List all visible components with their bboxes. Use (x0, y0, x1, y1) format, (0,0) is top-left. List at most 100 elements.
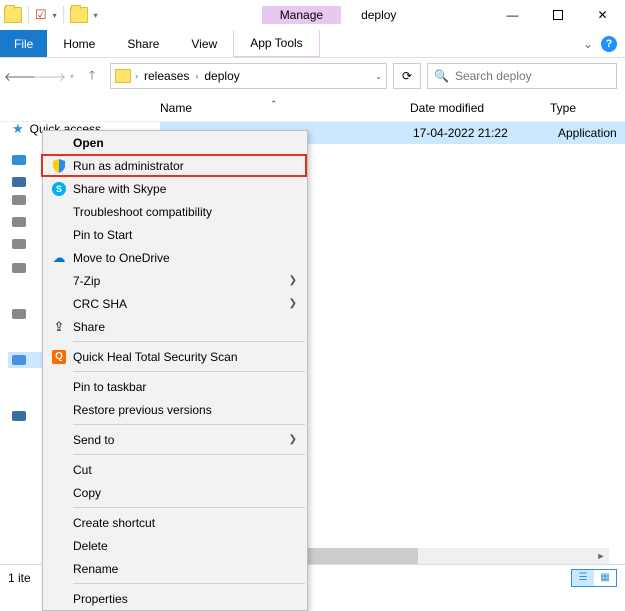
column-name-label: Name (160, 101, 192, 115)
view-toggle: ☰ ▦ (571, 569, 617, 587)
ctx-label: Run as administrator (69, 159, 297, 173)
forward-button[interactable]: 🡒 (38, 64, 62, 88)
ctx-7zip[interactable]: 7-Zip ❯ (43, 269, 307, 292)
ctx-quickheal[interactable]: Q Quick Heal Total Security Scan (43, 345, 307, 368)
window-title: deploy (361, 8, 396, 22)
drive-icon (12, 355, 26, 365)
help-icon[interactable]: ? (601, 36, 617, 52)
search-placeholder: Search deploy (455, 69, 532, 83)
manage-tab[interactable]: Manage (262, 6, 341, 24)
chevron-right-icon[interactable]: › (195, 71, 198, 81)
ctx-label: Copy (69, 486, 297, 500)
onedrive-icon (12, 155, 26, 165)
column-type[interactable]: Type (550, 101, 576, 115)
drive-icon (12, 309, 26, 319)
folder-icon (115, 69, 131, 83)
address-dropdown-icon[interactable]: ⌄ (375, 72, 382, 81)
ctx-label: Cut (69, 463, 297, 477)
ctx-sendto[interactable]: Send to ❯ (43, 428, 307, 451)
ctx-label: Share (69, 320, 297, 334)
file-tab[interactable]: File (0, 30, 47, 57)
ctx-onedrive[interactable]: ☁ Move to OneDrive (43, 246, 307, 269)
chevron-right-icon[interactable]: › (135, 71, 138, 81)
app-icon (4, 7, 22, 23)
separator (73, 454, 305, 455)
item-count: 1 ite (8, 571, 31, 585)
ctx-label: Pin to taskbar (69, 380, 297, 394)
ctx-label: Send to (69, 433, 289, 447)
ctx-label: 7-Zip (69, 274, 289, 288)
ctx-open[interactable]: Open (43, 131, 307, 154)
star-icon: ★ (12, 121, 24, 137)
drive-icon (12, 263, 26, 273)
ctx-label: Open (69, 136, 297, 150)
ctx-troubleshoot[interactable]: Troubleshoot compatibility (43, 200, 307, 223)
cloud-icon: ☁ (49, 250, 69, 266)
skype-icon: S (49, 182, 69, 196)
ctx-label: Delete (69, 539, 297, 553)
ctx-pin-start[interactable]: Pin to Start (43, 223, 307, 246)
file-date: 17-04-2022 21:22 (413, 126, 508, 140)
maximize-button[interactable] (535, 0, 580, 30)
ctx-delete[interactable]: Delete (43, 534, 307, 557)
ctx-label: CRC SHA (69, 297, 289, 311)
ctx-label: Pin to Start (69, 228, 297, 242)
nav-bar: 🡐 🡒 ▾ 🡑 › releases › deploy ⌄ ⟳ 🔍 Search… (0, 58, 625, 94)
drive-icon (12, 195, 26, 205)
details-view-button[interactable]: ☰ (572, 570, 594, 586)
ctx-label: Share with Skype (69, 182, 297, 196)
context-menu: Open Run as administrator S Share with S… (42, 130, 308, 611)
ctx-label: Move to OneDrive (69, 251, 297, 265)
column-date[interactable]: Date modified (410, 101, 550, 115)
ctx-restore[interactable]: Restore previous versions (43, 398, 307, 421)
ctx-cut[interactable]: Cut (43, 458, 307, 481)
separator (73, 583, 305, 584)
home-tab[interactable]: Home (47, 30, 111, 57)
ribbon-expand-icon[interactable]: ⌄ (583, 37, 593, 51)
share-tab[interactable]: Share (111, 30, 175, 57)
separator (73, 371, 305, 372)
ctx-crcsha[interactable]: CRC SHA ❯ (43, 292, 307, 315)
submenu-arrow-icon: ❯ (289, 275, 297, 286)
ctx-rename[interactable]: Rename (43, 557, 307, 580)
ctx-shortcut[interactable]: Create shortcut (43, 511, 307, 534)
view-tab[interactable]: View (175, 30, 233, 57)
submenu-arrow-icon: ❯ (289, 434, 297, 445)
title-bar: ☑ ▾ ▾ Manage deploy — ✕ (0, 0, 625, 30)
breadcrumb-deploy[interactable]: deploy (202, 69, 241, 83)
ctx-label: Restore previous versions (69, 403, 297, 417)
network-icon (12, 411, 26, 421)
ctx-run-admin[interactable]: Run as administrator (43, 154, 307, 177)
qat-newfolder-icon[interactable] (70, 7, 88, 23)
address-bar[interactable]: › releases › deploy ⌄ (110, 63, 387, 89)
ctx-share[interactable]: ⇪ Share (43, 315, 307, 338)
search-icon: 🔍 (434, 69, 449, 83)
sort-caret-icon: ⌃ (270, 99, 278, 110)
ctx-properties[interactable]: Properties (43, 587, 307, 610)
ctx-label: Rename (69, 562, 297, 576)
column-name[interactable]: Name ⌃ (160, 101, 410, 115)
separator (73, 424, 305, 425)
close-button[interactable]: ✕ (580, 0, 625, 30)
share-icon: ⇪ (49, 319, 69, 335)
drive-icon (12, 239, 26, 249)
scroll-right-icon[interactable]: ► (593, 548, 609, 564)
ctx-skype[interactable]: S Share with Skype (43, 177, 307, 200)
apptools-tab[interactable]: App Tools (233, 30, 319, 57)
qat-properties-icon[interactable]: ☑ (35, 7, 47, 23)
history-dropdown-icon[interactable]: ▾ (70, 72, 74, 81)
icons-view-button[interactable]: ▦ (594, 570, 616, 586)
search-input[interactable]: 🔍 Search deploy (427, 63, 617, 89)
minimize-button[interactable]: — (490, 0, 535, 30)
breadcrumb-releases[interactable]: releases (142, 69, 191, 83)
qat-customize-icon[interactable]: ▾ (94, 11, 98, 20)
ctx-copy[interactable]: Copy (43, 481, 307, 504)
ctx-label: Quick Heal Total Security Scan (69, 350, 297, 364)
ctx-label: Properties (69, 592, 297, 606)
refresh-button[interactable]: ⟳ (393, 63, 421, 89)
back-button[interactable]: 🡐 (8, 64, 32, 88)
up-button[interactable]: 🡑 (80, 64, 104, 88)
qat-dropdown-icon[interactable]: ▾ (53, 11, 57, 20)
quickheal-icon: Q (49, 350, 69, 364)
ctx-pin-taskbar[interactable]: Pin to taskbar (43, 375, 307, 398)
